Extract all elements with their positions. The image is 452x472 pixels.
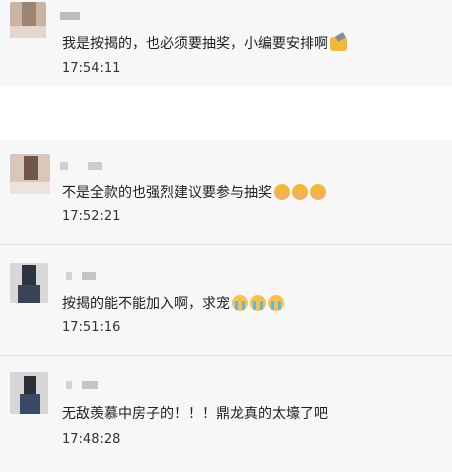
comment-card: 我是按揭的，也必须要抽奖，小编要安排啊 17:54:11: [0, 0, 452, 87]
avatar[interactable]: [10, 372, 48, 414]
hammer-emoji: [330, 37, 347, 51]
comment-card: 无敌羡慕中房子的！！！鼎龙真的太壕了吧 17:48:28: [0, 356, 452, 472]
avatar[interactable]: [10, 154, 50, 194]
avatar[interactable]: [10, 2, 46, 38]
avatar[interactable]: [10, 263, 48, 303]
comment-card: 不是全款的也强烈建议要参与抽奖 17:52:21: [0, 140, 452, 244]
shy-emoji: [274, 184, 290, 200]
username-blurred: [66, 272, 98, 280]
username-blurred: [60, 12, 80, 20]
comment-text: 按揭的能不能加入啊，求宠: [62, 295, 284, 313]
username-blurred: [66, 381, 100, 389]
comment-text: 我是按揭的，也必须要抽奖，小编要安排啊: [62, 35, 347, 53]
comment-time: 17:54:11: [62, 61, 121, 76]
comment-time: 17:51:16: [62, 320, 121, 335]
cry-emoji: [250, 295, 266, 311]
username-blurred: [60, 162, 110, 170]
cry-emoji: [232, 295, 248, 311]
shy-emoji: [310, 184, 326, 200]
comment-time: 17:52:21: [62, 209, 121, 224]
cry-emoji: [268, 295, 284, 311]
comment-text: 不是全款的也强烈建议要参与抽奖: [62, 184, 326, 202]
comment-text: 无敌羡慕中房子的！！！鼎龙真的太壕了吧: [62, 406, 328, 422]
comment-card: 按揭的能不能加入啊，求宠 17:51:16: [0, 245, 452, 355]
comment-time: 17:48:28: [62, 432, 121, 447]
shy-emoji: [292, 184, 308, 200]
